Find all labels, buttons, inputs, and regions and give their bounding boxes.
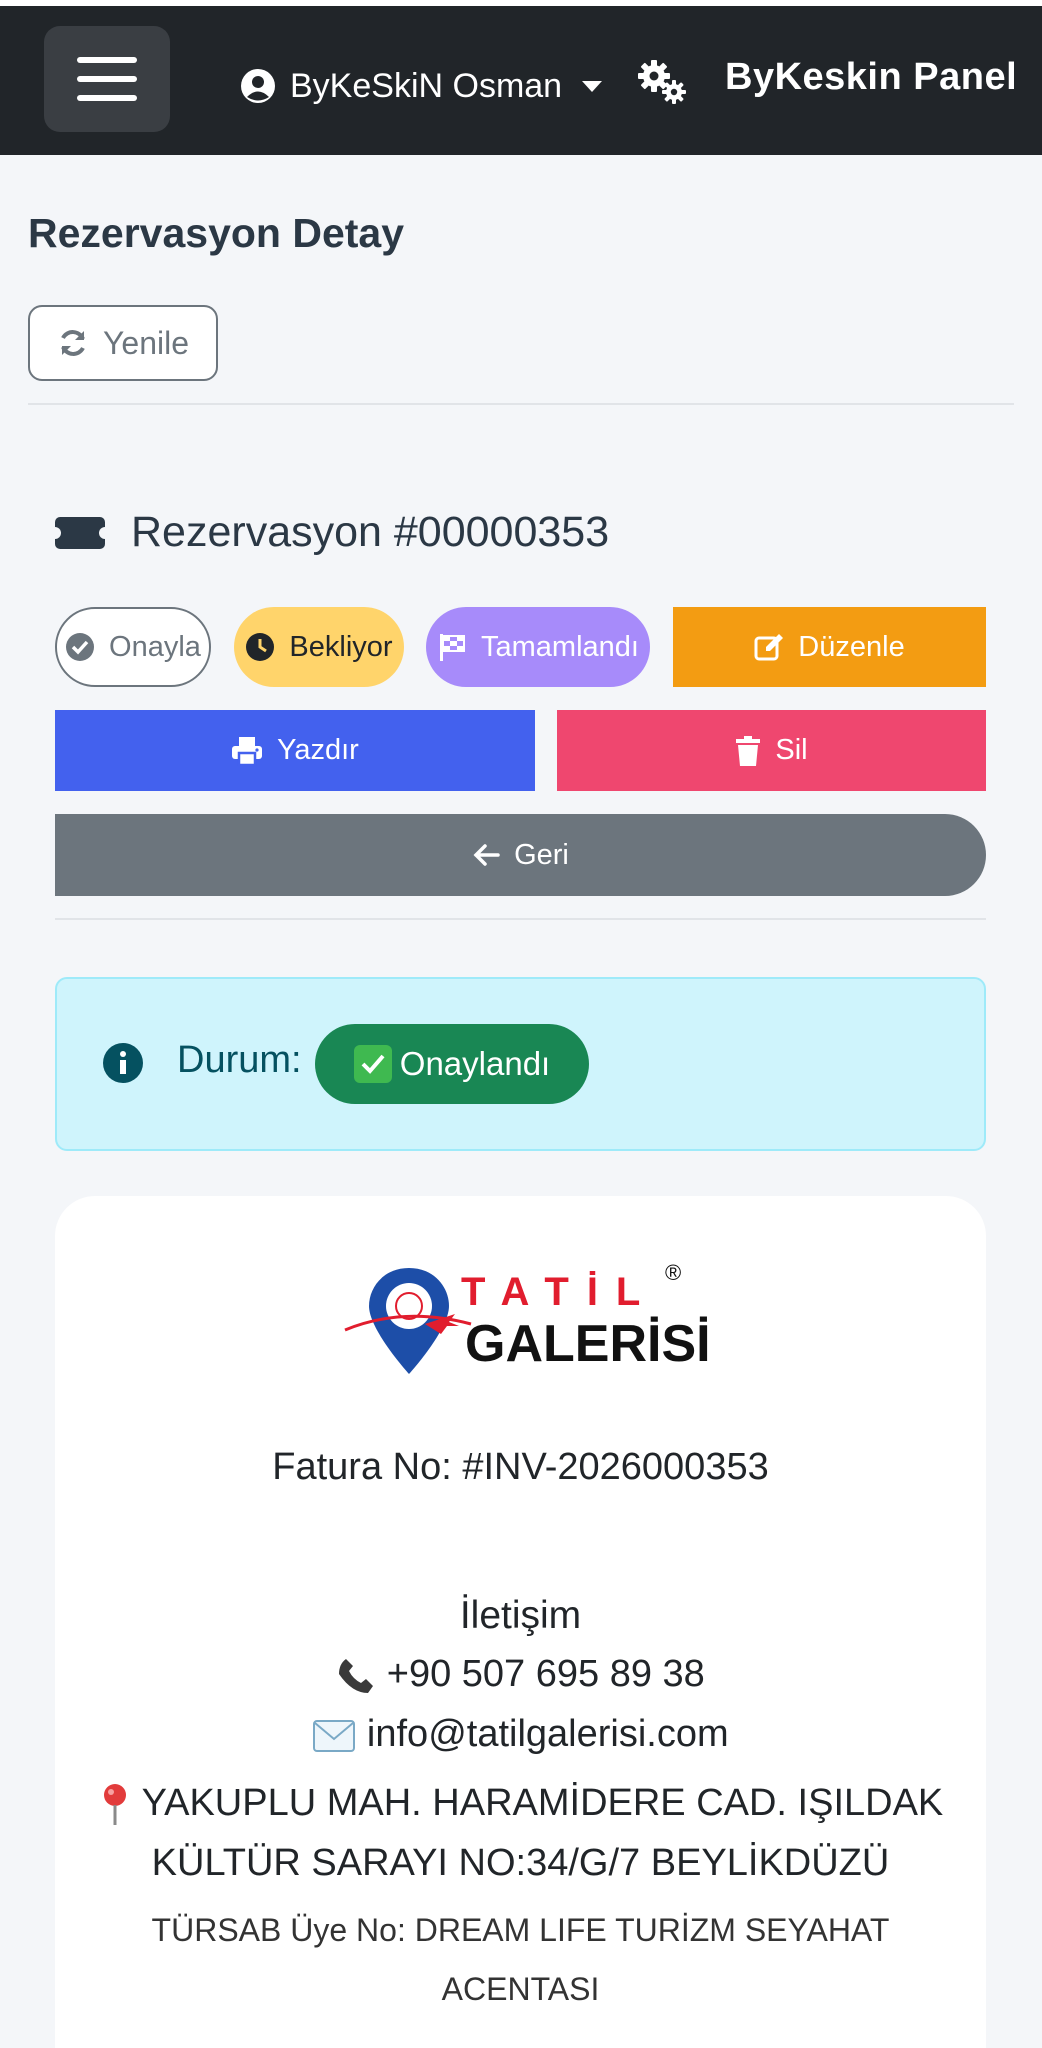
status-alert: Durum: Onaylandı	[55, 977, 986, 1151]
user-name: ByKeSkiN Osman	[290, 66, 563, 105]
refresh-icon	[61, 330, 85, 356]
phone-value: +90 507 695 89 38	[386, 1653, 705, 1695]
print-button[interactable]: Yazdır	[55, 710, 535, 791]
page-title: Rezervasyon Detay	[28, 210, 405, 256]
contact-address: YAKUPLU MAH. HARAMİDERE CAD. IŞILDAK KÜL…	[55, 1773, 986, 1893]
divider	[55, 918, 986, 920]
hamburger-line	[77, 57, 137, 63]
back-label: Geri	[514, 838, 569, 871]
top-navbar: ByKeSkiN Osman ByKeskin Panel	[0, 6, 1042, 155]
delete-label: Sil	[775, 734, 808, 766]
tursab-info: TÜRSAB Üye No: DREAM LIFE TURİZM SEYAHAT…	[151, 1912, 890, 2007]
print-label: Yazdır	[277, 734, 359, 766]
reservation-title: Rezervasyon #00000353	[131, 508, 610, 556]
edit-icon	[754, 634, 784, 661]
map-pin-icon	[103, 1783, 126, 1825]
checkered-flag-icon	[440, 634, 466, 661]
hamburger-line	[77, 95, 137, 101]
invoice-card: TATİL GALERİSİ ® Fatura No: #INV-2026000…	[55, 1196, 986, 2048]
contact-phone[interactable]: +90 507 695 89 38	[55, 1653, 986, 1696]
contact-email[interactable]: info@tatilgalerisi.com	[55, 1713, 986, 1756]
check-circle-icon	[66, 633, 95, 661]
chevron-down-icon	[582, 80, 603, 92]
printer-icon	[232, 736, 263, 766]
edit-label: Düzenle	[798, 630, 905, 663]
company-logo: TATİL GALERİSİ ®	[343, 1260, 713, 1380]
check-mark-icon	[353, 1045, 392, 1083]
delete-button[interactable]: Sil	[557, 710, 986, 791]
edit-button[interactable]: Düzenle	[673, 607, 986, 687]
address-value: YAKUPLU MAH. HARAMİDERE CAD. IŞILDAK KÜL…	[141, 1782, 944, 1884]
approve-button[interactable]: Onayla	[55, 607, 211, 687]
arrow-left-icon	[473, 844, 500, 866]
reservation-heading: Rezervasyon #00000353	[49, 508, 610, 557]
logo-text-top: TATİL	[461, 1270, 659, 1314]
email-value: info@tatilgalerisi.com	[366, 1713, 729, 1755]
registered-mark: ®	[665, 1260, 682, 1285]
envelope-icon	[313, 1719, 356, 1752]
status-badge: Onaylandı	[315, 1024, 589, 1104]
info-circle-icon	[103, 1043, 143, 1083]
clock-icon	[246, 633, 275, 661]
divider	[28, 403, 1014, 405]
completed-button[interactable]: Tamamlandı	[426, 607, 650, 687]
menu-toggle-button[interactable]	[44, 26, 170, 132]
invoice-number: Fatura No: #INV-2026000353	[272, 1446, 769, 1488]
location-pin-logo-icon	[344, 1268, 472, 1374]
trash-icon	[736, 735, 761, 766]
ticket-icon	[49, 516, 111, 549]
status-value: Onaylandı	[399, 1045, 551, 1082]
telephone-icon	[339, 1658, 374, 1693]
status-label: Durum:	[177, 1039, 302, 1081]
contact-title: İletişim	[459, 1594, 582, 1637]
logo-text-bottom: GALERİSİ	[465, 1315, 711, 1373]
gears-icon[interactable]	[636, 58, 688, 106]
refresh-label: Yenile	[102, 324, 189, 361]
hamburger-line	[77, 76, 137, 82]
waiting-button[interactable]: Bekliyor	[234, 607, 404, 687]
user-circle-icon	[241, 69, 275, 103]
user-dropdown[interactable]: ByKeSkiN Osman	[240, 56, 603, 116]
waiting-label: Bekliyor	[289, 630, 393, 663]
brand-title[interactable]: ByKeskin Panel	[725, 56, 1017, 99]
completed-label: Tamamlandı	[481, 630, 639, 663]
approve-label: Onayla	[109, 630, 201, 663]
refresh-button[interactable]: Yenile	[28, 305, 218, 381]
back-button[interactable]: Geri	[55, 814, 986, 896]
